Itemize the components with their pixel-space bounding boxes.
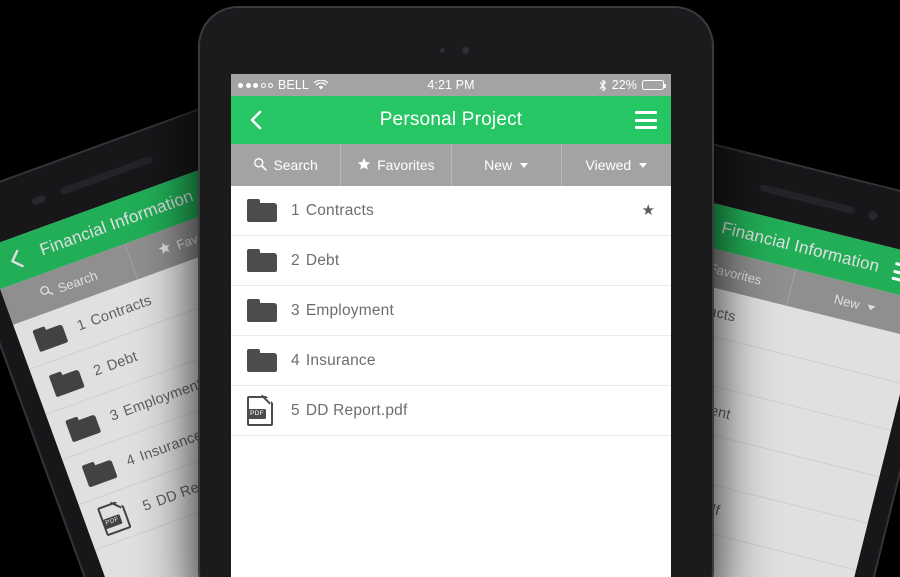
table-row[interactable]: 4 Insurance bbox=[231, 336, 671, 386]
tab-favorites-label: Favorites bbox=[377, 157, 435, 173]
left-phone-camera bbox=[31, 194, 47, 206]
screenshot-stage: Financial Information Search 1Contracts … bbox=[0, 0, 900, 577]
list-item-name: Debt bbox=[305, 251, 340, 269]
status-bar-left: BELL bbox=[238, 78, 427, 92]
table-row[interactable]: 3 Employment bbox=[231, 286, 671, 336]
list-item-name: Contracts bbox=[305, 201, 374, 219]
list-item-number: 4 bbox=[124, 451, 138, 470]
battery-percent-label: 22% bbox=[611, 78, 638, 92]
list-item-name: Employment bbox=[305, 301, 394, 319]
back-icon[interactable] bbox=[245, 105, 267, 135]
pdf-badge-label: PDF bbox=[248, 409, 266, 419]
chevron-down-icon bbox=[639, 162, 648, 168]
right-tab-new-label: New bbox=[832, 290, 862, 312]
star-icon bbox=[357, 157, 371, 174]
nav-bar: Personal Project bbox=[231, 96, 671, 144]
list-item-label: 2Debt bbox=[91, 348, 139, 379]
search-icon bbox=[253, 157, 268, 174]
table-row[interactable]: 1 Contracts ★ bbox=[231, 186, 671, 236]
pdf-file-icon: PDF bbox=[247, 387, 285, 426]
chevron-down-icon bbox=[866, 303, 876, 311]
favorite-star-icon[interactable]: ★ bbox=[642, 203, 655, 218]
list-item-label: 1 Contracts bbox=[291, 202, 374, 220]
list-item-label: 1Contracts bbox=[75, 292, 154, 334]
list-item-label: 5 DD Report.pdf bbox=[291, 402, 408, 420]
folder-icon bbox=[247, 249, 285, 272]
carrier-label: BELL bbox=[278, 78, 309, 92]
right-tab-favorites-label: Favorites bbox=[707, 259, 764, 288]
list-item-label: 3 Employment bbox=[291, 302, 394, 320]
list-item-number: 3 bbox=[291, 301, 300, 319]
list-item-number: 1 bbox=[291, 201, 300, 219]
left-tab-search-label: Search bbox=[55, 267, 100, 296]
pdf-file-icon: PDF bbox=[96, 492, 143, 536]
back-icon[interactable] bbox=[1, 242, 32, 278]
list-item-name: Insurance bbox=[305, 351, 376, 369]
signal-strength-icon bbox=[238, 82, 273, 88]
center-phone-camera bbox=[462, 47, 469, 54]
folder-icon bbox=[65, 408, 109, 443]
list-item-number: 2 bbox=[291, 251, 300, 269]
file-list: 1 Contracts ★ 2 Debt 3 Employment 4 Insu… bbox=[231, 186, 671, 436]
list-item-number: 2 bbox=[91, 361, 105, 380]
bluetooth-icon bbox=[599, 79, 607, 92]
tab-favorites[interactable]: Favorites bbox=[341, 144, 452, 186]
list-item-number: 1 bbox=[74, 316, 89, 334]
folder-icon bbox=[247, 199, 285, 222]
battery-icon bbox=[642, 80, 667, 90]
wifi-icon bbox=[314, 79, 328, 91]
right-phone-camera bbox=[867, 210, 879, 221]
list-item-name: Debt bbox=[104, 348, 140, 375]
tab-new-label: New bbox=[484, 157, 513, 173]
right-phone-speaker bbox=[758, 183, 856, 215]
list-item-number: 4 bbox=[291, 351, 300, 369]
tab-viewed[interactable]: Viewed bbox=[562, 144, 671, 186]
list-item-label: 4 Insurance bbox=[291, 352, 376, 370]
center-phone-screen: BELL 4:21 PM 22% Personal Project Search… bbox=[231, 74, 671, 577]
status-bar-right: 22% bbox=[475, 78, 667, 92]
status-bar: BELL 4:21 PM 22% bbox=[231, 74, 671, 96]
list-item-number: 5 bbox=[291, 401, 300, 419]
tab-new[interactable]: New bbox=[452, 144, 562, 186]
tab-search-label: Search bbox=[273, 157, 318, 173]
status-bar-time: 4:21 PM bbox=[427, 78, 475, 92]
list-item-label: 2 Debt bbox=[291, 252, 339, 270]
table-row[interactable]: PDF 5 DD Report.pdf bbox=[231, 386, 671, 436]
tab-bar: Search Favorites New Viewed bbox=[231, 144, 671, 186]
center-phone[interactable]: BELL 4:21 PM 22% Personal Project Search… bbox=[200, 8, 712, 577]
folder-icon bbox=[81, 453, 126, 488]
center-phone-sensor bbox=[440, 48, 445, 53]
hamburger-menu-icon[interactable] bbox=[891, 261, 900, 285]
list-item-number: 3 bbox=[107, 406, 121, 425]
hamburger-menu-icon[interactable] bbox=[635, 111, 657, 129]
folder-icon bbox=[247, 299, 285, 322]
tab-viewed-label: Viewed bbox=[585, 157, 632, 173]
tab-search[interactable]: Search bbox=[231, 144, 342, 186]
table-row[interactable]: 2 Debt bbox=[231, 236, 671, 286]
chevron-down-icon bbox=[520, 162, 529, 168]
folder-icon bbox=[32, 318, 76, 353]
list-item-name: DD Report.pdf bbox=[305, 401, 408, 419]
star-icon bbox=[156, 240, 174, 259]
search-icon bbox=[37, 283, 55, 302]
folder-icon bbox=[247, 349, 285, 372]
list-item-number: 5 bbox=[140, 496, 154, 515]
page-title: Personal Project bbox=[379, 109, 523, 130]
list-item-name: Insurance bbox=[137, 426, 205, 465]
folder-icon bbox=[48, 363, 93, 398]
list-item-name: Contracts bbox=[88, 292, 154, 330]
left-phone-speaker bbox=[59, 155, 154, 196]
